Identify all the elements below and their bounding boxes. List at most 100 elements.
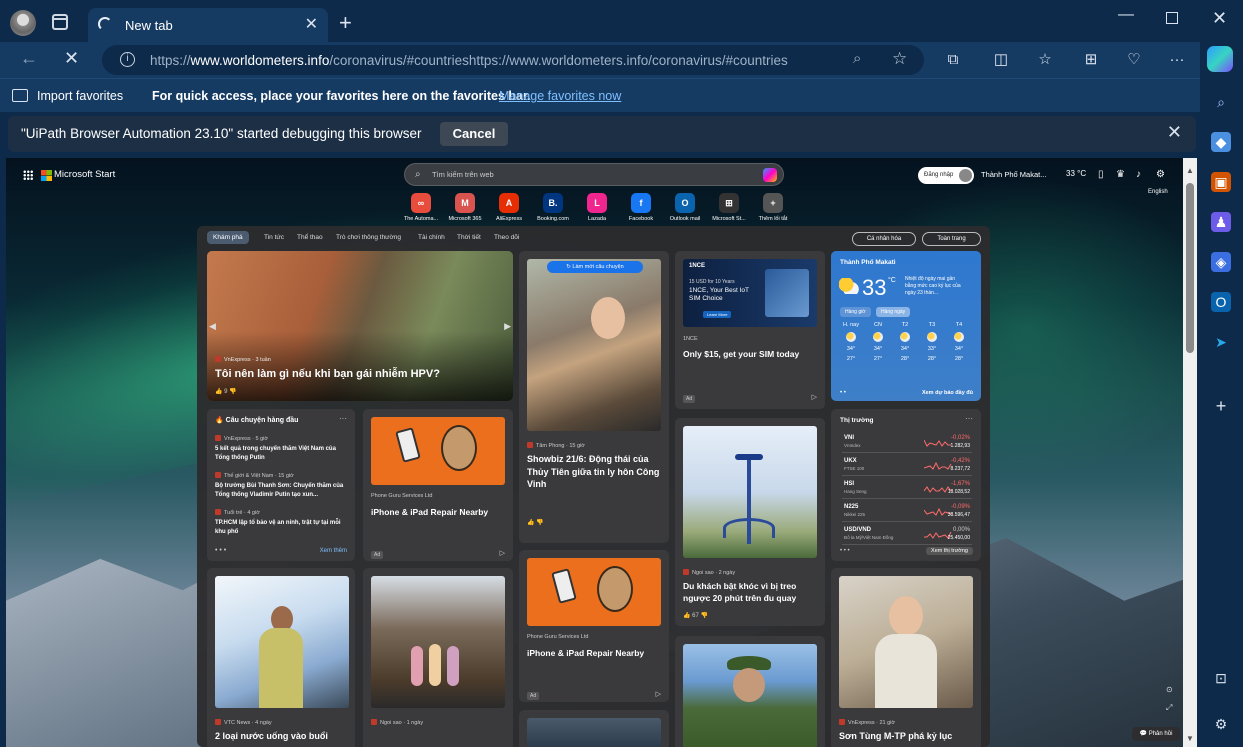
back-icon[interactable]: ←: [20, 48, 38, 69]
feed-tab[interactable]: Khám phá: [207, 231, 249, 244]
copilot-icon[interactable]: [1207, 46, 1233, 72]
showbiz-card[interactable]: ↻ Làm mới câu chuyện Tâm Phong · 15 giờ …: [519, 251, 669, 543]
app-launcher-icon[interactable]: [23, 170, 33, 180]
market-row[interactable]: USD/VND Đô la Mỹ/Việt Nam Đồng 0,00% 25.450…: [842, 525, 972, 545]
ad-card-1[interactable]: Phone Guru Services Ltd iPhone & iPad Re…: [363, 409, 513, 561]
extensions-icon[interactable]: ⧉: [944, 51, 962, 69]
weather-location[interactable]: Thành Phố Makat...: [981, 170, 1046, 179]
weather-widget[interactable]: Thành Phố Makati 33 °C Nhiệt độ ngày mai…: [831, 251, 981, 401]
rewards-icon[interactable]: ♛: [1116, 169, 1125, 180]
weather-city[interactable]: Thành Phố Makati: [840, 259, 896, 266]
ride-card[interactable]: Ngoi sao · 2 ngày Du khách bật khóc vì b…: [675, 418, 825, 626]
sidebar-games-icon[interactable]: ♟: [1211, 212, 1231, 232]
sim-ad-card[interactable]: 1NCE 15 USD for 10 Years 1NCE, Your Best…: [675, 251, 825, 409]
quick-link[interactable]: ∞ The Automa...: [401, 193, 441, 222]
forecast-day[interactable]: T4 34° 28°: [949, 322, 969, 362]
hero-likes[interactable]: 👍 9 👎: [215, 388, 237, 395]
top-stories-more-icon[interactable]: ···: [339, 414, 347, 423]
celebrity-card[interactable]: VnExpress · 21 giờ Sơn Tùng M-TP phá kỷ …: [831, 568, 981, 747]
page-scrollbar[interactable]: ▲ ▼: [1183, 158, 1197, 747]
carousel-next-icon[interactable]: ▶: [504, 321, 511, 332]
feed-tab[interactable]: Theo dõi: [494, 234, 519, 241]
maximize-icon[interactable]: [1166, 12, 1178, 24]
hero-headline[interactable]: Tôi nên làm gì nếu khi bạn gái nhiễm HPV…: [215, 368, 505, 381]
more-options-icon[interactable]: ···: [1168, 51, 1186, 69]
close-tab-icon[interactable]: ✕: [305, 14, 318, 34]
feed-tab[interactable]: Thời tiết: [457, 234, 481, 241]
market-row[interactable]: HSI Hang Seng -1,67% 18.028,52: [842, 479, 972, 499]
quick-link[interactable]: B. Booking.com: [533, 193, 573, 222]
sim-headline[interactable]: Only $15, get your SIM today: [683, 348, 799, 361]
tab-daily[interactable]: Hàng ngày: [876, 307, 911, 317]
import-favorites-link[interactable]: Import favorites: [37, 89, 123, 103]
ride-headline[interactable]: Du khách bật khóc vì bị treo ngược 20 ph…: [683, 580, 819, 604]
sidebar-settings-icon[interactable]: ⚙: [1211, 714, 1231, 734]
quick-link[interactable]: f Facebook: [621, 193, 661, 222]
zoom-icon[interactable]: ⌕: [853, 50, 861, 67]
hero-card[interactable]: VnExpress · 3 tuần Tôi nên làm gì nếu kh…: [207, 251, 513, 401]
sidebar-tools-icon[interactable]: ▣: [1211, 172, 1231, 192]
feed-tab[interactable]: Thể thao: [297, 234, 323, 241]
collections-icon[interactable]: ⊞: [1082, 51, 1100, 69]
story-headline[interactable]: Bộ trưởng Bùi Thanh Sơn: Chuyến thăm của…: [215, 482, 347, 499]
url-text[interactable]: https://www.worldometers.info/coronaviru…: [150, 53, 830, 68]
carousel-prev-icon[interactable]: ◀: [209, 321, 216, 332]
feed-tab[interactable]: Tài chính: [418, 234, 445, 241]
military-card[interactable]: [675, 636, 825, 747]
language-label[interactable]: English: [1148, 189, 1168, 195]
favorite-star-icon[interactable]: ☆: [892, 49, 907, 69]
browser-essentials-icon[interactable]: ♡: [1125, 51, 1143, 69]
forecast-day[interactable]: T3 33° 28°: [922, 322, 942, 362]
copilot-search-icon[interactable]: [763, 168, 777, 182]
water-card[interactable]: VTC News · 4 ngày 2 loại nước uống vào b…: [207, 568, 355, 747]
market-row[interactable]: N225 Nikkei 225 -0,09% 38.596,47: [842, 502, 972, 522]
expand-icon[interactable]: ⤢: [1166, 703, 1172, 713]
ad-info-icon[interactable]: ▷: [812, 393, 817, 401]
ride-likes[interactable]: 👍 67 👎: [683, 612, 708, 619]
quick-link[interactable]: O Outlook mail: [665, 193, 705, 222]
phone-icon[interactable]: ▯: [1098, 169, 1104, 180]
sidebar-outlook-icon[interactable]: O: [1211, 292, 1231, 312]
feed-tab[interactable]: Tin tức: [264, 234, 284, 241]
quick-link[interactable]: A AliExpress: [489, 193, 529, 222]
profile-avatar[interactable]: [10, 10, 36, 36]
ms-start-logo-text[interactable]: Microsoft Start: [54, 169, 115, 180]
header-weather-temp[interactable]: 33 °C: [1066, 169, 1086, 178]
scroll-down-icon[interactable]: ▼: [1186, 734, 1194, 743]
split-screen-icon[interactable]: ◫: [992, 51, 1010, 69]
market-more-icon[interactable]: ···: [965, 414, 973, 423]
scroll-thumb[interactable]: [1186, 183, 1194, 353]
full-forecast-link[interactable]: Xem dự báo đầy đủ: [922, 390, 973, 396]
water-headline[interactable]: 2 loại nước uống vào buổi: [215, 730, 328, 743]
market-row[interactable]: UKX FTSE 100 -0,42% 8.237,72: [842, 456, 972, 476]
news-card-partial[interactable]: [519, 710, 669, 747]
showbiz-headline[interactable]: Showbiz 21/6: Động thái của Thủy Tiên gi…: [527, 453, 663, 491]
story-headline[interactable]: TP.HCM lập tổ bảo vệ an ninh, trật tự tạ…: [215, 519, 347, 536]
notifications-icon[interactable]: ♪: [1136, 169, 1141, 180]
quick-link[interactable]: ⊞ Microsoft St...: [709, 193, 749, 222]
site-info-icon[interactable]: i: [120, 52, 135, 67]
sidebar-telegram-icon[interactable]: ➤: [1211, 332, 1231, 352]
ad-card-2[interactable]: Phone Guru Services Ltd iPhone & iPad Re…: [519, 550, 669, 702]
quick-link[interactable]: L Lazada: [577, 193, 617, 222]
close-infobar-icon[interactable]: ✕: [1167, 122, 1182, 143]
see-market-button[interactable]: Xem thị trường: [926, 547, 973, 555]
weather-alert[interactable]: Nhiệt độ ngày mai gần bằng mức cao kỷ lụ…: [905, 276, 965, 297]
ad-headline-1[interactable]: iPhone & iPad Repair Nearby: [371, 506, 488, 519]
sidebar-m365-icon[interactable]: ◈: [1211, 252, 1231, 272]
stop-loading-icon[interactable]: ✕: [64, 48, 79, 69]
ad-info-icon[interactable]: ▷: [656, 690, 661, 698]
feed-tab[interactable]: Trò chơi thông thường: [336, 234, 401, 241]
see-more-link[interactable]: Xem thêm: [320, 548, 347, 554]
scroll-up-icon[interactable]: ▲: [1186, 166, 1194, 175]
refresh-stories-button[interactable]: ↻ Làm mới câu chuyện: [547, 261, 643, 273]
manage-favorites-link[interactable]: Manage favorites now: [499, 89, 621, 103]
kyoto-card[interactable]: Ngoi sao · 1 ngày: [363, 568, 513, 747]
forecast-day[interactable]: H. nay 34° 27°: [841, 322, 861, 362]
favorites-icon[interactable]: ☆: [1036, 51, 1054, 69]
page-tool-icon[interactable]: ⊙: [1166, 685, 1173, 694]
sidebar-shopping-icon[interactable]: ◆: [1211, 132, 1231, 152]
quick-link[interactable]: + Thêm lối tắt: [753, 193, 793, 222]
layout-dropdown[interactable]: Toàn trang: [922, 232, 981, 246]
tab-actions-icon[interactable]: [52, 14, 68, 30]
